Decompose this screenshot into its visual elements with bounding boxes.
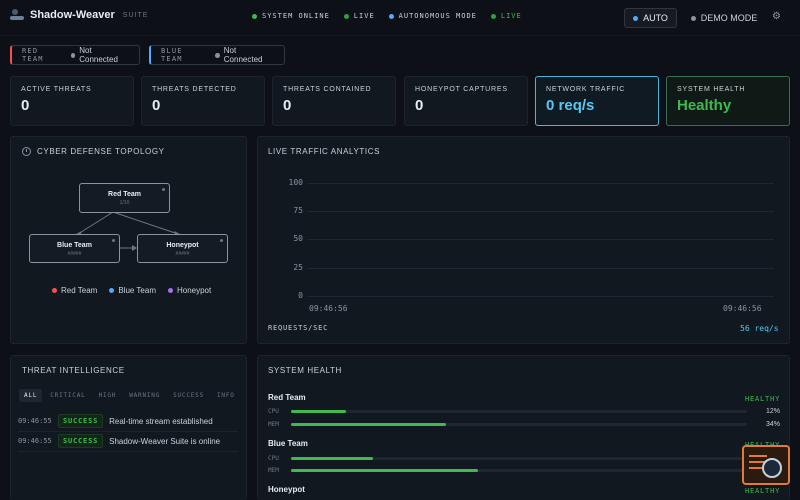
- node-status-dot-icon: [220, 239, 223, 242]
- legend-blue-team: Blue Team: [109, 286, 156, 295]
- grid-line: [307, 211, 774, 212]
- y-tick-50: 50: [293, 234, 303, 243]
- filter-critical[interactable]: CRITICAL: [45, 389, 90, 402]
- legend-honeypot: Honeypot: [167, 286, 211, 295]
- traffic-title: LIVE TRAFFIC ANALYTICS: [268, 147, 381, 156]
- log-entry: 09:46:55 SUCCESS Real-time stream establ…: [18, 414, 238, 428]
- system-health-title: SYSTEM HEALTH: [268, 366, 342, 375]
- health-honeypot-status: HEALTHY: [745, 487, 781, 495]
- y-tick-25: 25: [293, 263, 303, 272]
- y-tick-100: 100: [288, 178, 303, 187]
- topology-legend: Red Team Blue Team Honeypot: [52, 286, 211, 295]
- log-level-badge: SUCCESS: [58, 434, 104, 448]
- x-tick-end: 09:46:56: [723, 304, 762, 313]
- grid-line: [307, 183, 774, 184]
- health-red-team-name: Red Team: [268, 393, 306, 402]
- y-tick-0: 0: [298, 291, 303, 300]
- system-health-panel: SYSTEM HEALTH: [257, 355, 790, 500]
- filter-info[interactable]: INFO: [212, 389, 240, 402]
- node-status-dot-icon: [162, 188, 165, 191]
- red-team-cpu-value: 12%: [765, 408, 780, 415]
- grid-line: [307, 296, 774, 297]
- legend-dot-icon: [167, 288, 173, 293]
- grid-line: [307, 239, 774, 240]
- health-red-team-status: HEALTHY: [745, 395, 781, 403]
- log-divider: [18, 451, 238, 452]
- requests-label: REQUESTS/SEC: [268, 324, 329, 332]
- filter-success[interactable]: SUCCESS: [168, 389, 209, 402]
- health-blue-team-name: Blue Team: [268, 439, 308, 448]
- x-tick-start: 09:46:56: [309, 304, 348, 313]
- log-filters: ALL CRITICAL HIGH WARNING SUCCESS INFO: [19, 389, 240, 402]
- node-blue-team[interactable]: Blue Team #####: [29, 234, 120, 263]
- threat-intel-title: THREAT INTELLIGENCE: [22, 366, 125, 375]
- node-honeypot[interactable]: Honeypot #####: [137, 234, 228, 263]
- log-level-badge: SUCCESS: [58, 414, 104, 428]
- legend-red-team: Red Team: [52, 286, 97, 295]
- filter-all[interactable]: ALL: [19, 389, 43, 402]
- red-team-cpu-bar: [291, 410, 747, 413]
- requests-value: 56 req/s: [740, 324, 779, 333]
- legend-dot-icon: [109, 288, 115, 293]
- log-entry: 09:46:55 SUCCESS Shadow-Weaver Suite is …: [18, 434, 238, 448]
- node-red-team[interactable]: Red Team 1/10: [79, 183, 170, 213]
- y-tick-75: 75: [293, 206, 303, 215]
- filter-warning[interactable]: WARNING: [124, 389, 165, 402]
- health-honeypot-name: Honeypot: [268, 485, 305, 494]
- assistant-widget-icon[interactable]: [742, 445, 790, 485]
- red-team-mem-bar: [291, 423, 747, 426]
- red-team-mem-value: 34%: [765, 421, 780, 428]
- grid-line: [307, 268, 774, 269]
- blue-team-cpu-bar: [291, 457, 747, 460]
- log-divider: [18, 431, 238, 432]
- node-status-dot-icon: [112, 239, 115, 242]
- filter-high[interactable]: HIGH: [94, 389, 122, 402]
- blue-team-mem-bar: [291, 469, 747, 472]
- legend-dot-icon: [52, 288, 57, 293]
